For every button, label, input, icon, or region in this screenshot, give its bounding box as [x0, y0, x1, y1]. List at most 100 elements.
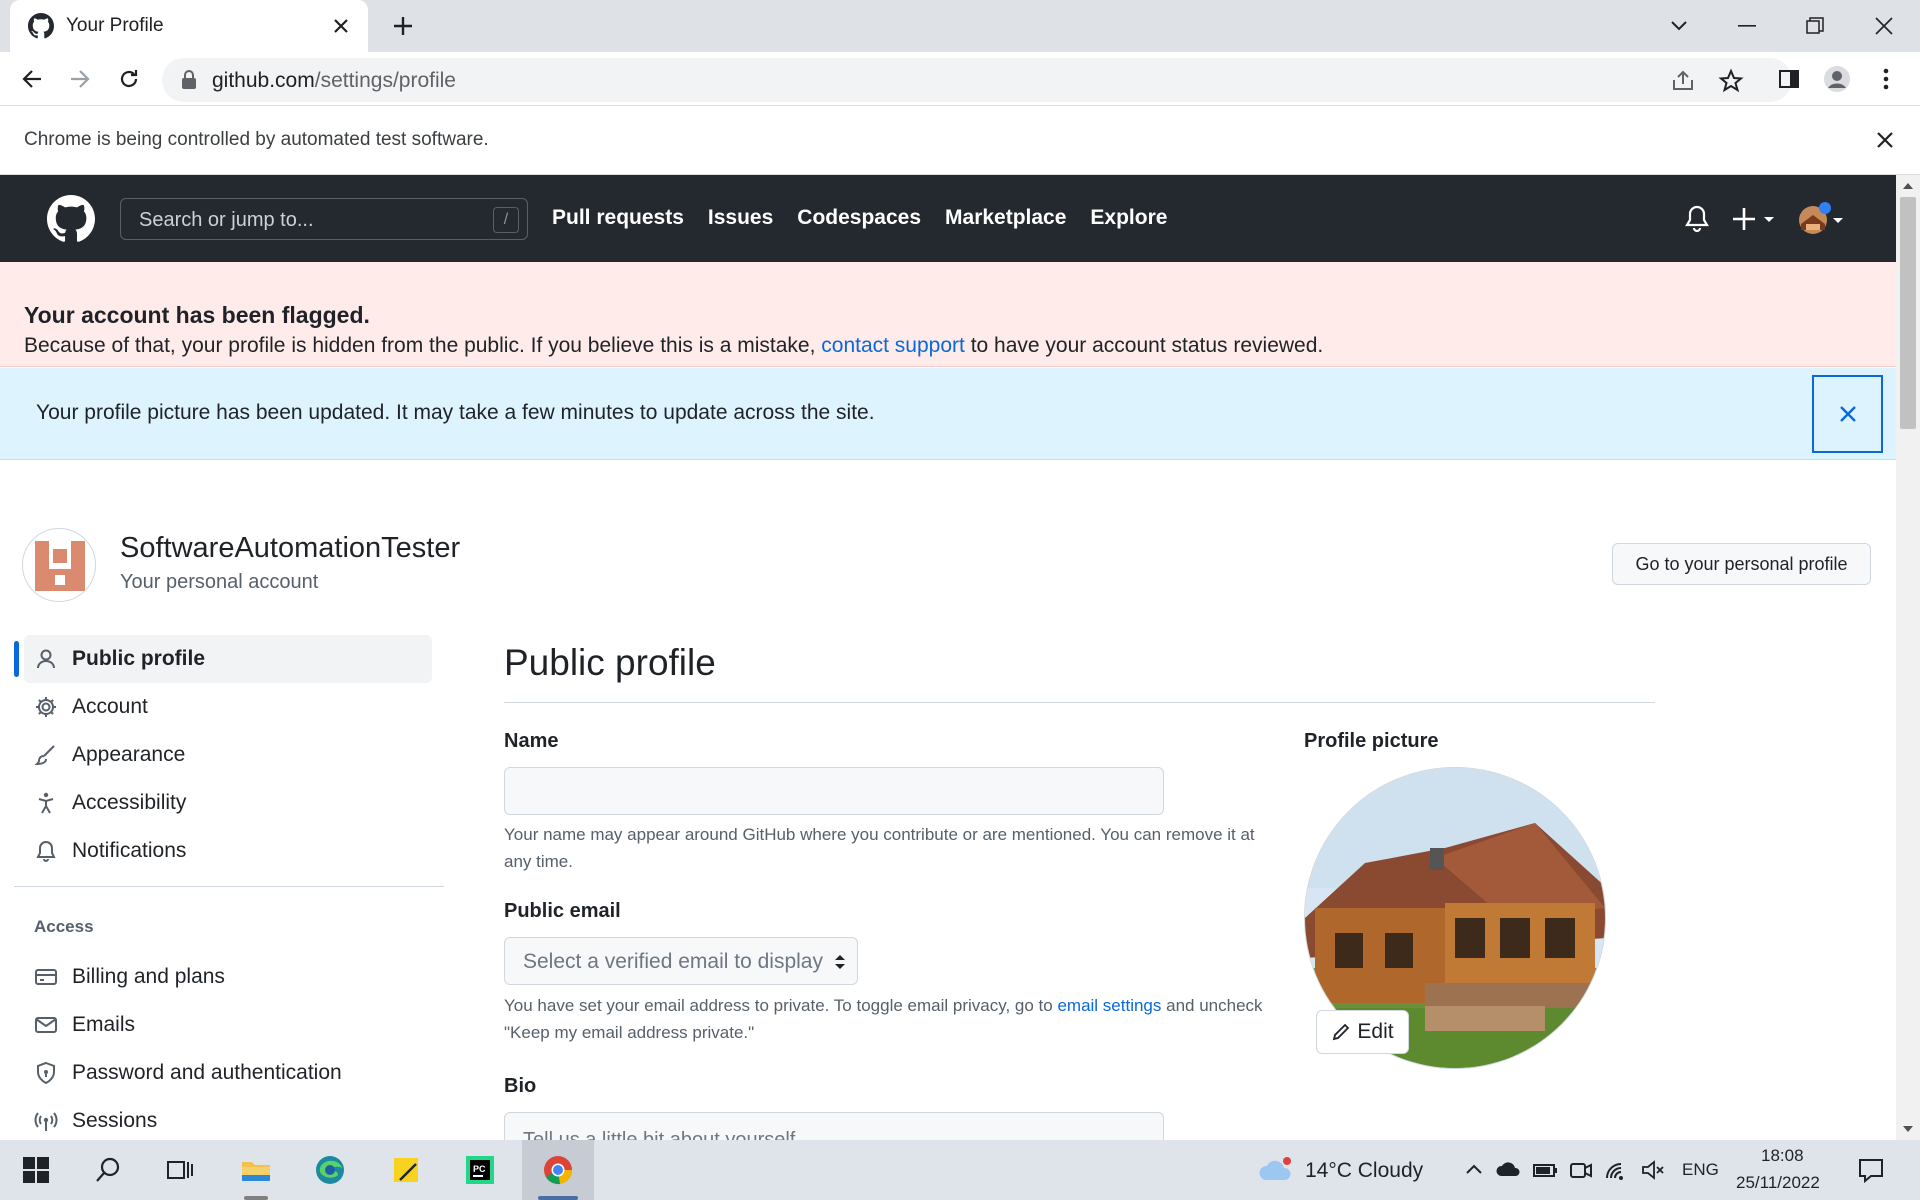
bio-textarea[interactable]: Tell us a little bit about yourself	[504, 1112, 1164, 1140]
sidebar-item-sessions[interactable]: Sessions	[24, 1097, 432, 1140]
email-note: You have set your email address to priva…	[504, 992, 1264, 1046]
back-icon[interactable]	[18, 65, 46, 93]
chrome-icon[interactable]	[542, 1154, 574, 1186]
search-icon[interactable]	[93, 1154, 125, 1186]
create-new-dropdown-icon[interactable]	[1732, 204, 1778, 234]
meet-camera-icon[interactable]	[1568, 1154, 1594, 1186]
scroll-thumb[interactable]	[1900, 197, 1916, 429]
pencil-icon	[1333, 1023, 1350, 1041]
wifi-icon[interactable]	[1604, 1154, 1630, 1186]
close-window-icon[interactable]	[1866, 8, 1902, 44]
volume-muted-icon[interactable]	[1640, 1154, 1666, 1186]
scroll-up-icon[interactable]	[1902, 181, 1914, 191]
page-viewport: Search or jump to... / Pull requests Iss…	[0, 175, 1896, 1140]
email-settings-link[interactable]: email settings	[1057, 996, 1161, 1015]
nav-pull-requests[interactable]: Pull requests	[552, 206, 684, 230]
sidebar-item-label: Notifications	[72, 839, 187, 862]
task-view-icon[interactable]	[164, 1154, 196, 1186]
flash-close-button[interactable]	[1812, 375, 1883, 453]
windows-start-icon[interactable]	[20, 1154, 52, 1186]
nav-issues[interactable]: Issues	[708, 206, 773, 230]
tab-title: Your Profile	[66, 15, 164, 36]
windows-taskbar: PC 14°C Cloudy ENG 18:08 25/11/2022	[0, 1140, 1920, 1200]
github-logo-icon[interactable]	[47, 195, 95, 243]
share-icon[interactable]	[1670, 68, 1696, 94]
github-search-input[interactable]: Search or jump to... /	[120, 198, 528, 240]
contact-support-link[interactable]: contact support	[821, 334, 965, 357]
weather-text[interactable]: 14°C Cloudy	[1305, 1159, 1423, 1183]
edit-label: Edit	[1357, 1020, 1394, 1043]
go-to-personal-profile-button[interactable]: Go to your personal profile	[1612, 543, 1871, 585]
sidebar-item-label: Emails	[72, 1013, 136, 1036]
new-tab-icon[interactable]	[390, 13, 416, 39]
forward-icon[interactable]	[66, 65, 94, 93]
menu-kebab-icon[interactable]	[1872, 65, 1900, 93]
infobar-close-icon[interactable]	[1874, 129, 1896, 151]
url-text[interactable]: github.com/settings/profile	[212, 69, 456, 93]
bookmark-star-icon[interactable]	[1718, 68, 1744, 94]
tab-close-icon[interactable]	[330, 15, 352, 37]
nav-explore[interactable]: Explore	[1090, 206, 1167, 230]
public-email-select[interactable]: Select a verified email to display	[504, 937, 858, 985]
mail-icon	[35, 1017, 57, 1033]
bio-label: Bio	[504, 1075, 537, 1097]
shield-lock-icon	[37, 1061, 55, 1085]
name-input[interactable]	[504, 767, 1164, 815]
name-label: Name	[504, 730, 559, 752]
clock-date[interactable]: 25/11/2022	[1736, 1173, 1820, 1193]
sidebar-item-password[interactable]: Password and authentication	[24, 1049, 432, 1097]
paintbrush-icon	[34, 745, 55, 766]
search-shortcut-badge: /	[493, 207, 519, 233]
sidebar-item-appearance[interactable]: Appearance	[24, 731, 432, 779]
battery-icon[interactable]	[1532, 1154, 1558, 1186]
scroll-down-icon[interactable]	[1902, 1124, 1914, 1134]
account-flagged-banner: Your account has been flagged. Because o…	[0, 262, 1896, 367]
profile-icon[interactable]	[1823, 65, 1851, 93]
explorer-running-indicator	[244, 1196, 268, 1200]
sidebar-item-notifications[interactable]: Notifications	[24, 827, 432, 875]
page-scrollbar[interactable]	[1896, 175, 1920, 1140]
user-avatar-menu-icon[interactable]	[1798, 202, 1846, 236]
nav-codespaces[interactable]: Codespaces	[797, 206, 921, 230]
clock-time[interactable]: 18:08	[1761, 1146, 1804, 1166]
account-avatar[interactable]	[22, 528, 96, 602]
sidebar-item-billing[interactable]: Billing and plans	[24, 953, 432, 1001]
tab-search-icon[interactable]	[1661, 8, 1697, 44]
github-nav: Pull requests Issues Codespaces Marketpl…	[552, 206, 1167, 230]
bio-placeholder: Tell us a little bit about yourself	[523, 1129, 796, 1140]
browser-tab[interactable]: Your Profile	[10, 0, 368, 52]
name-note: Your name may appear around GitHub where…	[504, 825, 1255, 871]
file-explorer-icon[interactable]	[240, 1154, 272, 1186]
chrome-running-indicator	[538, 1196, 578, 1200]
weather-cloud-icon[interactable]	[1256, 1154, 1296, 1186]
flash-message: Your profile picture has been updated. I…	[36, 401, 875, 424]
onedrive-cloud-icon[interactable]	[1496, 1154, 1522, 1186]
flag-body-text-end: to have your account status reviewed.	[970, 334, 1324, 357]
notification-center-icon[interactable]	[1855, 1154, 1887, 1186]
account-name[interactable]: SoftwareAutomationTester	[120, 532, 460, 565]
sticky-notes-icon[interactable]	[390, 1154, 422, 1186]
restore-icon[interactable]	[1797, 8, 1833, 44]
lock-icon[interactable]	[180, 70, 198, 90]
edit-picture-button[interactable]: Edit	[1316, 1010, 1409, 1054]
gear-icon	[36, 697, 56, 717]
sidebar-item-public-profile[interactable]: Public profile	[24, 635, 432, 683]
browser-tab-strip: Your Profile	[0, 0, 1920, 52]
minimize-icon[interactable]	[1729, 8, 1765, 44]
sidebar-item-emails[interactable]: Emails	[24, 1001, 432, 1049]
input-language[interactable]: ENG	[1682, 1160, 1719, 1180]
github-header: Search or jump to... / Pull requests Iss…	[0, 175, 1896, 262]
sidebar-item-label: Appearance	[72, 743, 186, 766]
side-panel-icon[interactable]	[1775, 65, 1803, 93]
identicon-image	[35, 541, 85, 591]
reload-icon[interactable]	[115, 65, 143, 93]
sidebar-item-account[interactable]: Account	[24, 683, 432, 731]
pycharm-icon[interactable]: PC	[464, 1154, 496, 1186]
notifications-bell-icon[interactable]	[1683, 204, 1711, 234]
sidebar-item-accessibility[interactable]: Accessibility	[24, 779, 432, 827]
chevron-up-icon[interactable]	[1464, 1154, 1484, 1186]
edge-icon[interactable]	[314, 1154, 346, 1186]
sidebar-active-indicator	[14, 641, 19, 677]
address-bar[interactable]: github.com/settings/profile	[162, 58, 1792, 102]
nav-marketplace[interactable]: Marketplace	[945, 206, 1066, 230]
